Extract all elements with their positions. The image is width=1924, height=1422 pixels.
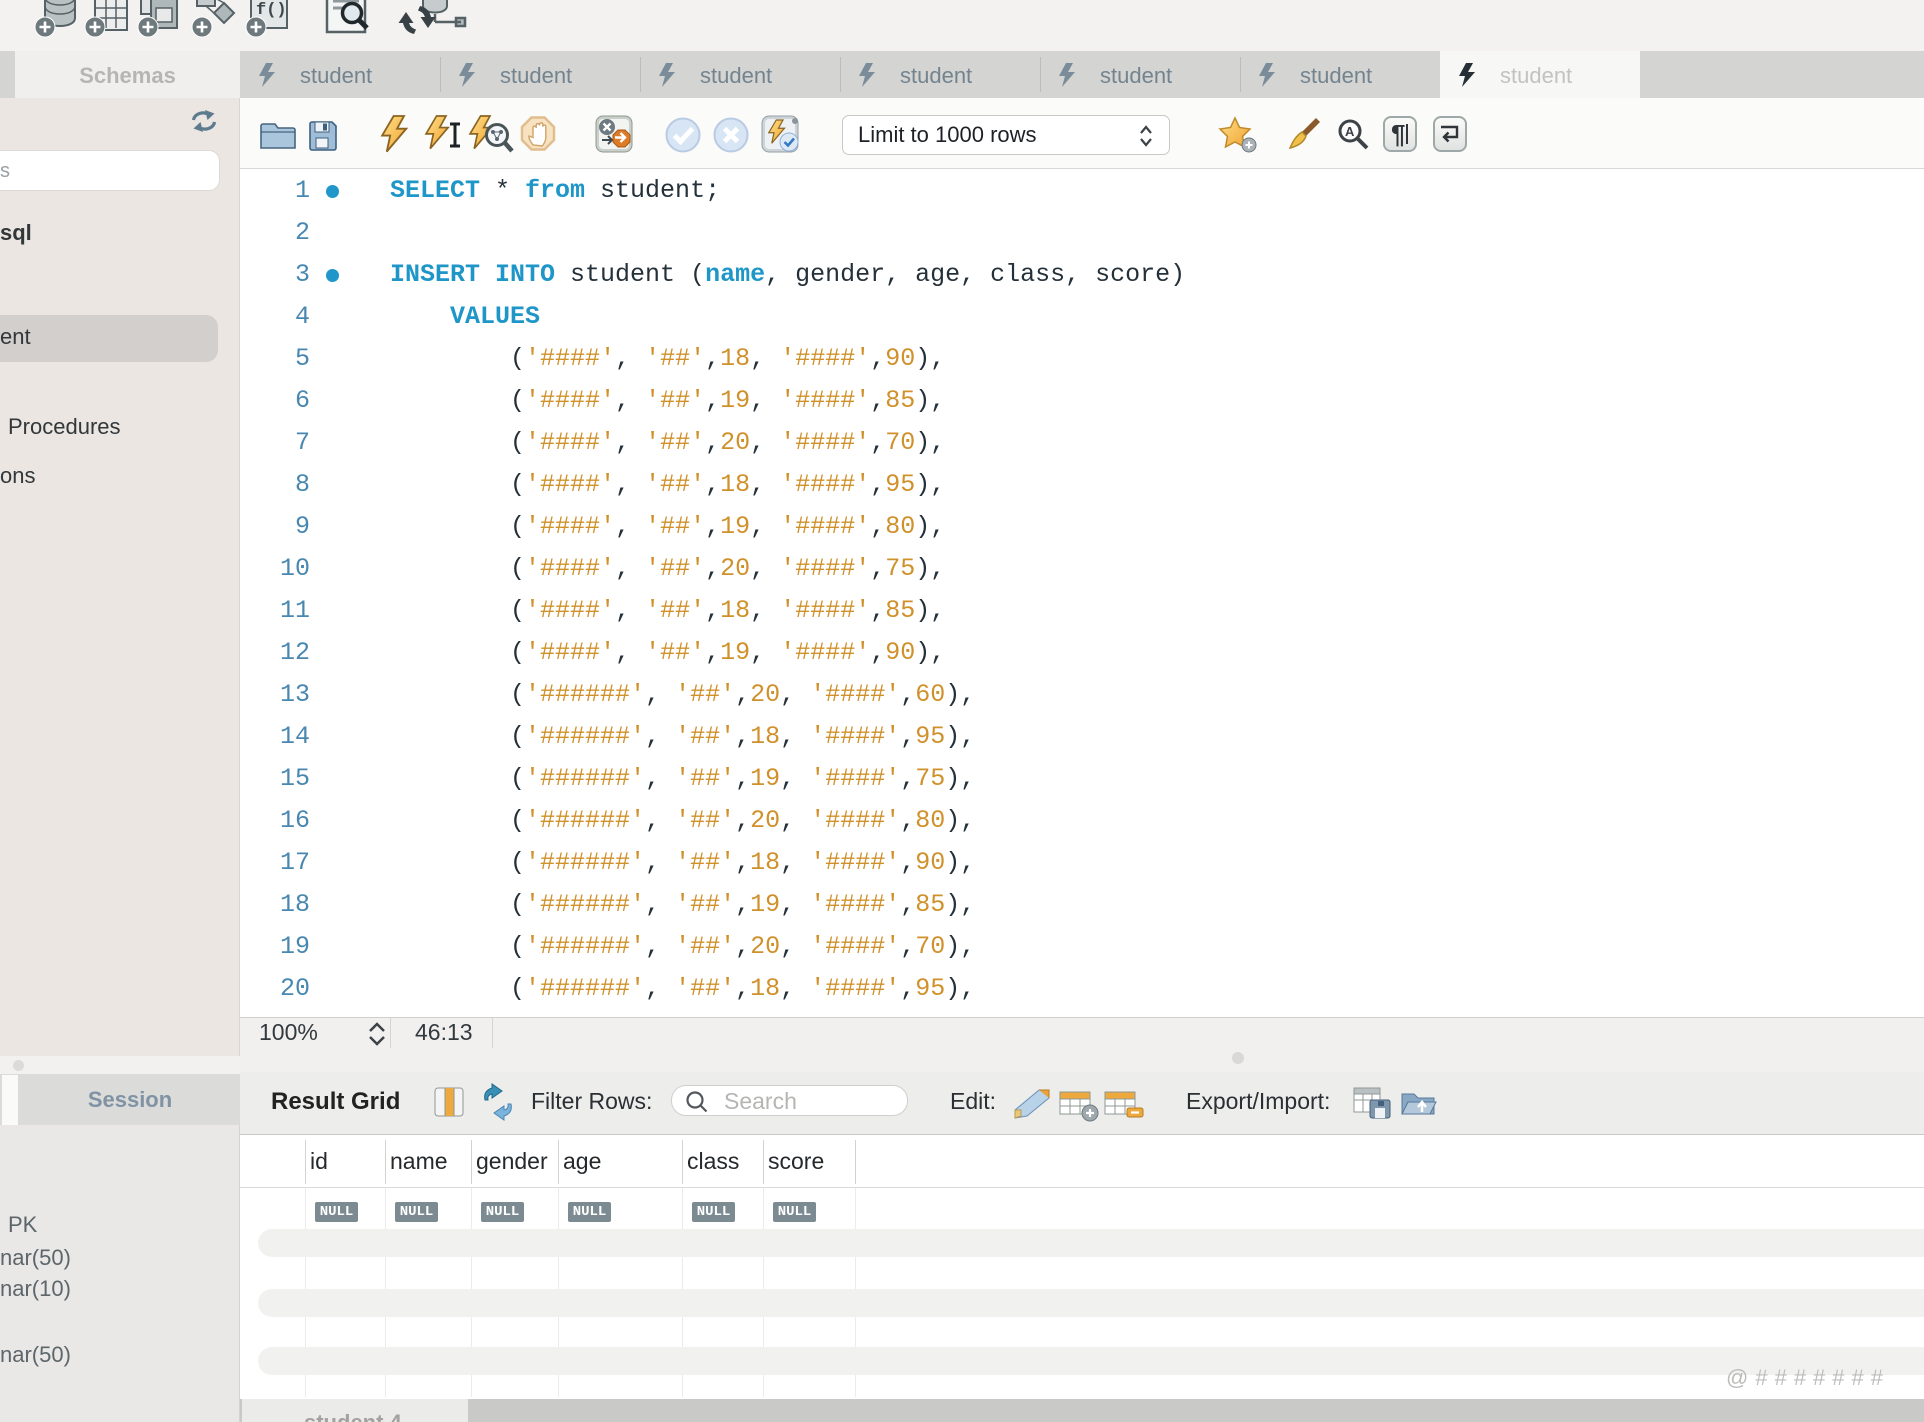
- svg-text:f(): f(): [256, 1, 287, 20]
- svg-text:A: A: [1345, 124, 1355, 139]
- svg-text:¶: ¶: [1391, 119, 1405, 149]
